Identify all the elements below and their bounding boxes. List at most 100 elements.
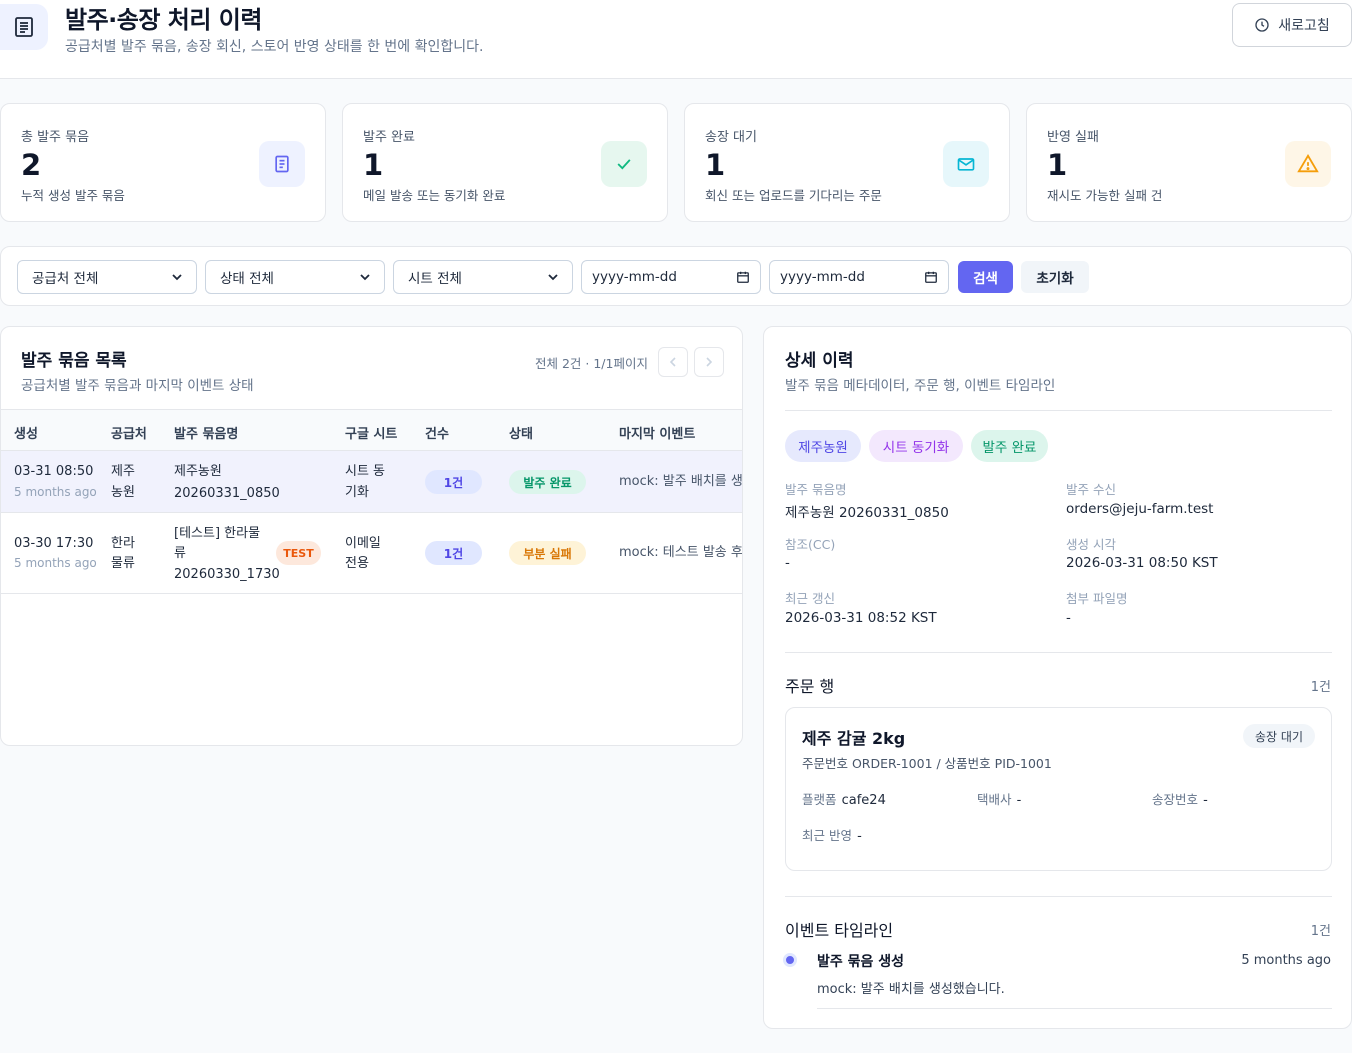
refresh-button[interactable]: 새로고침 [1232,3,1352,47]
timeline-event-desc: mock: 발주 배치를 생성했습니다. [817,982,1005,997]
divider [785,410,1332,411]
status-badge: 부분 실패 [509,541,586,565]
stat-label: 총 발주 묶음 [21,130,90,145]
row-supplier: 한라 [111,536,135,551]
sheet-sync-tag: 시트 동기화 [869,430,963,462]
row-date: 03-30 17:30 [14,536,94,551]
detail-panel: 상세 이력 발주 묶음 메타데이터, 주문 행, 이벤트 타임라인 제주농원 시… [763,326,1352,1029]
count-badge: 1건 [425,541,482,565]
stat-desc: 누적 생성 발주 묶음 [21,188,125,203]
warning-icon [1285,141,1331,187]
column-header: 생성 [14,427,38,442]
refresh-label: 새로고침 [1278,18,1330,34]
platform-label: 플랫폼 [802,792,837,807]
stat-label: 반영 실패 [1047,130,1099,145]
meta-value: - [785,555,790,571]
table-row[interactable]: 03-31 08:50 5 months ago 제주 농원 제주농원 2026… [1,451,743,513]
calendar-icon [925,271,937,283]
page-header: 발주·송장 처리 이력 공급처별 발주 묶음, 송장 회신, 스토어 반영 상태… [0,0,1352,79]
row-batch-name: [테스트] 한라물 [174,526,261,541]
status-select-value: 상태 전체 [220,271,274,287]
table-row[interactable]: 03-30 17:30 5 months ago 한라 물류 [테스트] 한라물… [1,513,743,594]
order-product-name: 제주 감귤 2kg [802,729,906,748]
status-tag: 발주 완료 [971,430,1048,462]
page-subtitle: 공급처별 발주 묶음, 송장 회신, 스토어 반영 상태를 한 번에 확인합니다… [65,39,484,55]
status-select[interactable]: 상태 전체 [205,260,385,294]
sheet-select-value: 시트 전체 [408,271,462,287]
reflect-label: 최근 반영 [802,828,852,843]
row-last-event: mock: 테스트 발송 후 일부 반영 실패 [619,545,743,560]
supplier-select[interactable]: 공급처 전체 [17,260,197,294]
row-last-event: mock: 발주 배치를 생성했습니다. [619,474,743,489]
stat-card-completed: 발주 완료 1 메일 발송 또는 동기화 완료 [342,103,668,222]
meta-label: 발주 묶음명 [785,482,847,497]
meta-label: 생성 시각 [1066,537,1116,552]
date-to-input[interactable]: yyyy-mm-dd [769,260,949,294]
row-supplier: 물류 [111,556,135,571]
column-header: 건수 [425,427,449,442]
divider [785,896,1332,897]
date-from-placeholder: yyyy-mm-dd [592,269,677,285]
stat-value: 1 [705,148,726,182]
mail-icon [943,141,989,187]
meta-value: orders@jeju-farm.test [1066,501,1214,517]
row-sheet: 이메일 [345,536,381,551]
tracking-label: 송장번호 [1152,792,1199,807]
test-badge: TEST [276,541,321,565]
date-from-input[interactable]: yyyy-mm-dd [581,260,761,294]
platform-field: 플랫폼 cafe24 [802,789,886,808]
invoice-status-badge: 송장 대기 [1243,724,1315,748]
meta-label: 최근 갱신 [785,591,835,606]
meta-label: 발주 수신 [1066,482,1116,497]
meta-value: 2026-03-31 08:50 KST [1066,555,1218,571]
column-header: 발주 묶음명 [174,427,239,442]
meta-value: 제주농원 20260331_0850 [785,505,949,521]
stat-desc: 재시도 가능한 실패 건 [1047,188,1163,203]
stat-desc: 메일 발송 또는 동기화 완료 [363,188,506,203]
timeline-event-title: 발주 묶음 생성 [817,954,905,970]
reset-button[interactable]: 초기화 [1021,261,1089,293]
stat-card-total: 총 발주 묶음 2 누적 생성 발주 묶음 [0,103,326,222]
stat-card-failed: 반영 실패 1 재시도 가능한 실패 건 [1026,103,1352,222]
receipt-icon [259,141,305,187]
detail-title: 상세 이력 [785,351,854,371]
status-badge: 발주 완료 [509,470,586,494]
clock-icon [1255,18,1269,32]
tracking-value: - [1203,793,1208,808]
row-sheet: 전용 [345,556,369,571]
row-ago: 5 months ago [14,556,97,570]
column-header: 공급처 [111,427,147,442]
search-button[interactable]: 검색 [958,261,1013,293]
filter-bar: 공급처 전체 상태 전체 시트 전체 yyyy-mm-dd yyyy-mm-dd… [0,246,1352,306]
row-ago: 5 months ago [14,485,97,499]
stat-desc: 회신 또는 업로드를 기다리는 주문 [705,188,882,203]
order-ids: 주문번호 ORDER-1001 / 상품번호 PID-1001 [802,756,1052,771]
column-header: 마지막 이벤트 [619,427,696,442]
column-header: 구글 시트 [345,427,398,442]
row-supplier: 제주 [111,464,135,479]
row-sheet: 시트 동 [345,464,386,479]
row-batch-name: 20260330_1730 [174,567,280,582]
sheet-select[interactable]: 시트 전체 [393,260,573,294]
divider [785,652,1332,653]
timeline-count: 1건 [1310,924,1331,939]
chevron-left-icon [669,357,676,367]
courier-field: 택배사 - [977,789,1021,808]
table-header: 생성 공급처 발주 묶음명 구글 시트 건수 상태 마지막 이벤트 [1,409,742,451]
courier-label: 택배사 [977,792,1012,807]
orders-section-title: 주문 행 [785,677,835,696]
page-title: 발주·송장 처리 이력 [65,6,262,34]
calendar-icon [737,271,749,283]
meta-label: 참조(CC) [785,537,836,552]
stat-card-pending: 송장 대기 1 회신 또는 업로드를 기다리는 주문 [684,103,1010,222]
row-batch-name: 제주농원 [174,464,222,479]
row-batch-name: 20260331_0850 [174,486,280,501]
order-card: 제주 감귤 2kg 송장 대기 주문번호 ORDER-1001 / 상품번호 P… [785,707,1332,871]
stat-label: 발주 완료 [363,130,415,145]
next-page-button[interactable] [694,347,724,377]
prev-page-button[interactable] [658,347,688,377]
chevron-down-icon [172,274,182,281]
stat-value: 2 [21,148,42,182]
list-title: 발주 묶음 목록 [21,351,127,371]
row-batch-name: 류 [174,546,186,561]
